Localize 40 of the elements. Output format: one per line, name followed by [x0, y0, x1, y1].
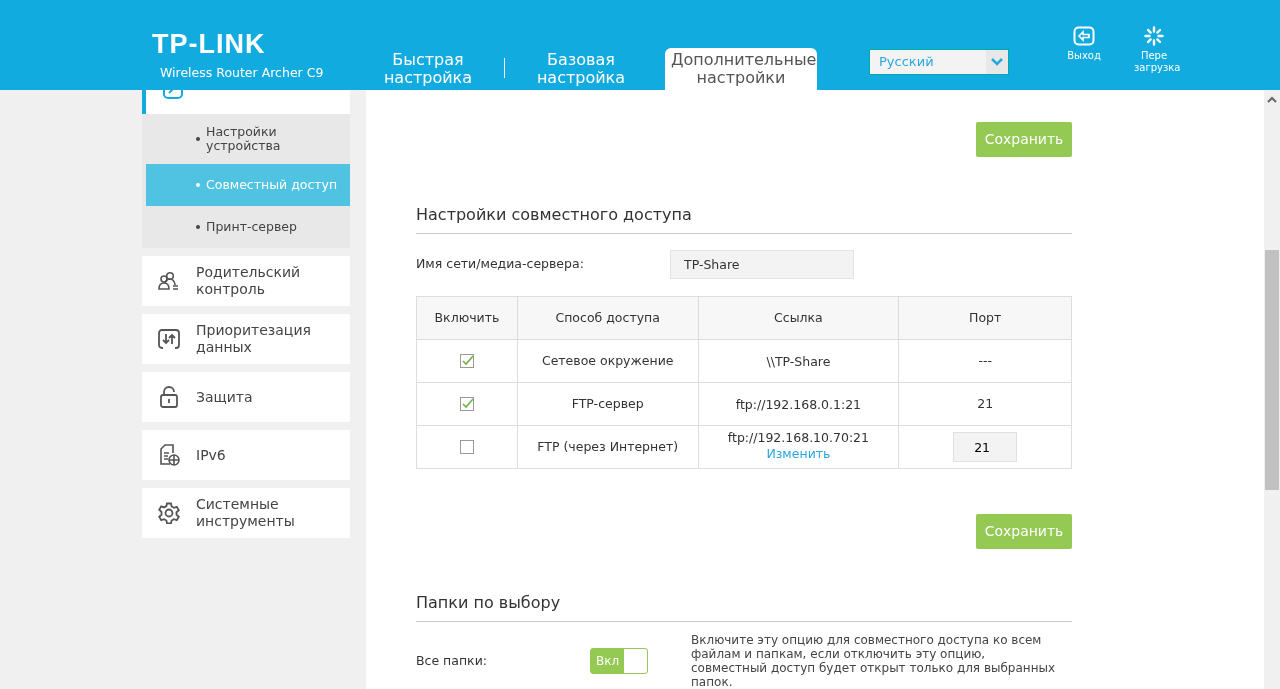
sidebar-item[interactable]: IPv6	[142, 430, 350, 480]
logout-icon	[1073, 26, 1095, 46]
port-value: 21	[977, 395, 994, 411]
access-method: Сетевое окружение	[541, 352, 674, 368]
chevron-down-icon	[991, 58, 1003, 66]
padlock-icon	[159, 386, 179, 408]
access-method: FTP-сервер	[571, 395, 644, 411]
option-description: Включите эту опцию для совместного доступа ко всем файлам и папкам, если отключить эту опцию, совместный доступ будет открыт только для выбранных папок.	[691, 633, 1057, 689]
section-title: Папки по выбору	[416, 591, 1072, 622]
sidebar-item[interactable]: Системные инструменты	[142, 488, 350, 538]
submenu-item[interactable]: Принт-сервер	[146, 206, 350, 248]
spinner-icon	[1144, 26, 1164, 46]
link-address: \\TP-Share	[765, 353, 832, 369]
document-globe-icon	[158, 444, 180, 466]
router-model: Wireless Router Archer C9	[160, 64, 324, 82]
column-header: Включить	[416, 296, 518, 340]
access-method: FTP (через Интернет)	[537, 438, 679, 454]
settings-icon	[158, 502, 180, 524]
logo: TP-LINK	[152, 30, 266, 58]
section-title: Настройки совместного доступа	[416, 203, 1072, 234]
link-address: ftp://192.168.0.1:21	[734, 396, 863, 412]
name-input-field[interactable]: TP-Share	[670, 250, 854, 279]
sidebar-item[interactable]: Приоритезация данных	[142, 314, 350, 364]
arrows-up-down-icon	[158, 328, 180, 350]
column-header: Ссылка	[698, 296, 899, 340]
checkbox[interactable]	[459, 440, 474, 455]
column-header: Способ доступа	[517, 296, 698, 340]
checkbox[interactable]	[459, 354, 474, 369]
nav-tab[interactable]: Дополнительные настройки	[665, 48, 817, 90]
port-value: ---	[978, 352, 992, 368]
sidebar-item[interactable]: Защита	[142, 372, 350, 422]
checkbox[interactable]	[459, 397, 474, 412]
column-header: Порт	[898, 296, 1072, 340]
field-label: Имя сети/медиа-сервера:	[416, 255, 585, 274]
people-icon	[158, 271, 180, 291]
field-label: Все папки:	[416, 651, 488, 670]
sidebar-item[interactable]: Родительский контроль	[142, 256, 350, 306]
link-address: ftp://192.168.10.70:21	[726, 430, 870, 446]
submenu-item[interactable]: Настройки устройства	[146, 114, 350, 164]
port-input-field[interactable]: 21	[953, 432, 1018, 462]
